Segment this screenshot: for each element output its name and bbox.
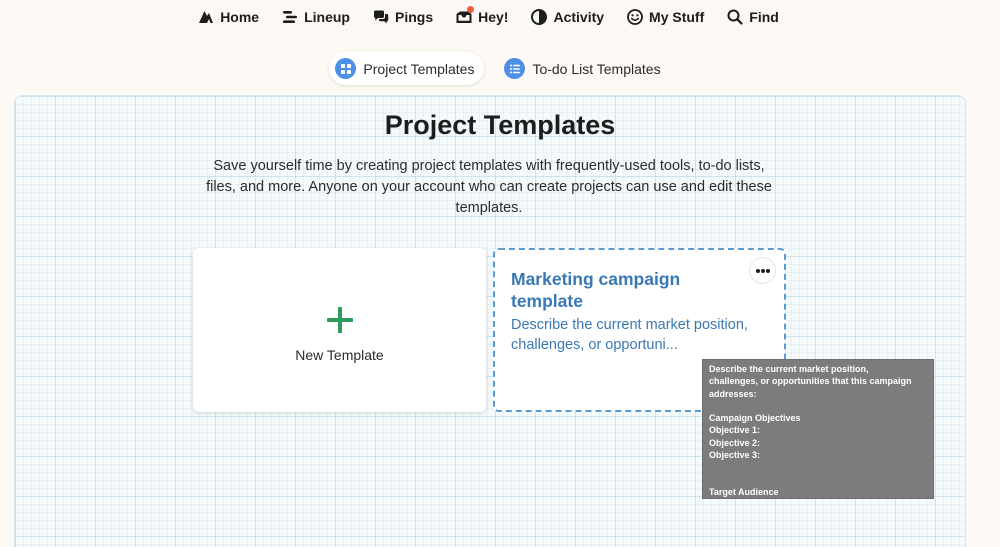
nav-hey[interactable]: Hey! [455,6,509,26]
tooltip-line [709,461,927,473]
nav-find-label: Find [749,9,779,25]
nav-find[interactable]: Find [726,8,779,26]
template-type-tabs: Project Templates To-do List Templates [0,52,1000,85]
tab-todo-list-templates[interactable]: To-do List Templates [498,52,670,85]
template-description-tooltip: Describe the current market position, ch… [702,359,934,499]
page-description: Save yourself time by creating project t… [206,158,772,216]
nav-pings-label: Pings [394,9,434,25]
nav-activity[interactable]: Activity [530,8,604,26]
new-template-card[interactable]: New Template [193,248,486,412]
more-options-button[interactable] [749,257,776,284]
home-icon [197,8,215,26]
nav-home[interactable]: Home [197,8,259,26]
tooltip-line: Describe the current market position, [709,364,869,374]
nav-lineup-label: Lineup [304,9,350,25]
template-title: Marketing campaign template [511,269,681,311]
new-template-label: New Template [295,347,384,363]
search-icon [726,8,744,26]
nav-my-stuff[interactable]: My Stuff [626,8,704,26]
smiley-icon [626,8,644,26]
tab-todo-list-templates-label: To-do List Templates [532,60,661,77]
activity-icon [530,8,548,26]
template-description: Describe the current market position, ch… [511,317,748,353]
grid-icon [335,58,357,79]
tab-project-templates-label: Project Templates [363,60,475,77]
tooltip-line: Objective 3: [709,450,761,461]
tooltip-line: Objective 2: [709,437,761,448]
tooltip-line: challenges, or opportunities that this c… [709,376,912,387]
top-navigation: Home Lineup Pings Hey! Activity My Stuff… [0,0,1000,34]
plus-icon [325,305,355,335]
nav-lineup[interactable]: Lineup [281,8,350,26]
nav-home-label: Home [220,9,260,25]
tooltip-line: Objective 1: [709,425,761,436]
tooltip-line: Target Audience [709,486,779,497]
tooltip-line [709,400,927,412]
lineup-icon [281,8,299,26]
tab-project-templates[interactable]: Project Templates [329,52,485,85]
nav-hey-label: Hey! [478,9,509,25]
list-icon [504,58,526,79]
ellipsis-icon [755,268,771,274]
page-title: Project Templates [384,110,616,140]
nav-my-stuff-label: My Stuff [649,9,705,25]
nav-pings[interactable]: Pings [372,8,433,26]
pings-icon [372,8,390,26]
tooltip-line: Campaign Objectives [709,413,801,424]
tooltip-line: addresses: [709,388,757,399]
nav-activity-label: Activity [553,9,605,25]
hey-inbox-icon [455,6,475,26]
tooltip-line [709,474,927,486]
